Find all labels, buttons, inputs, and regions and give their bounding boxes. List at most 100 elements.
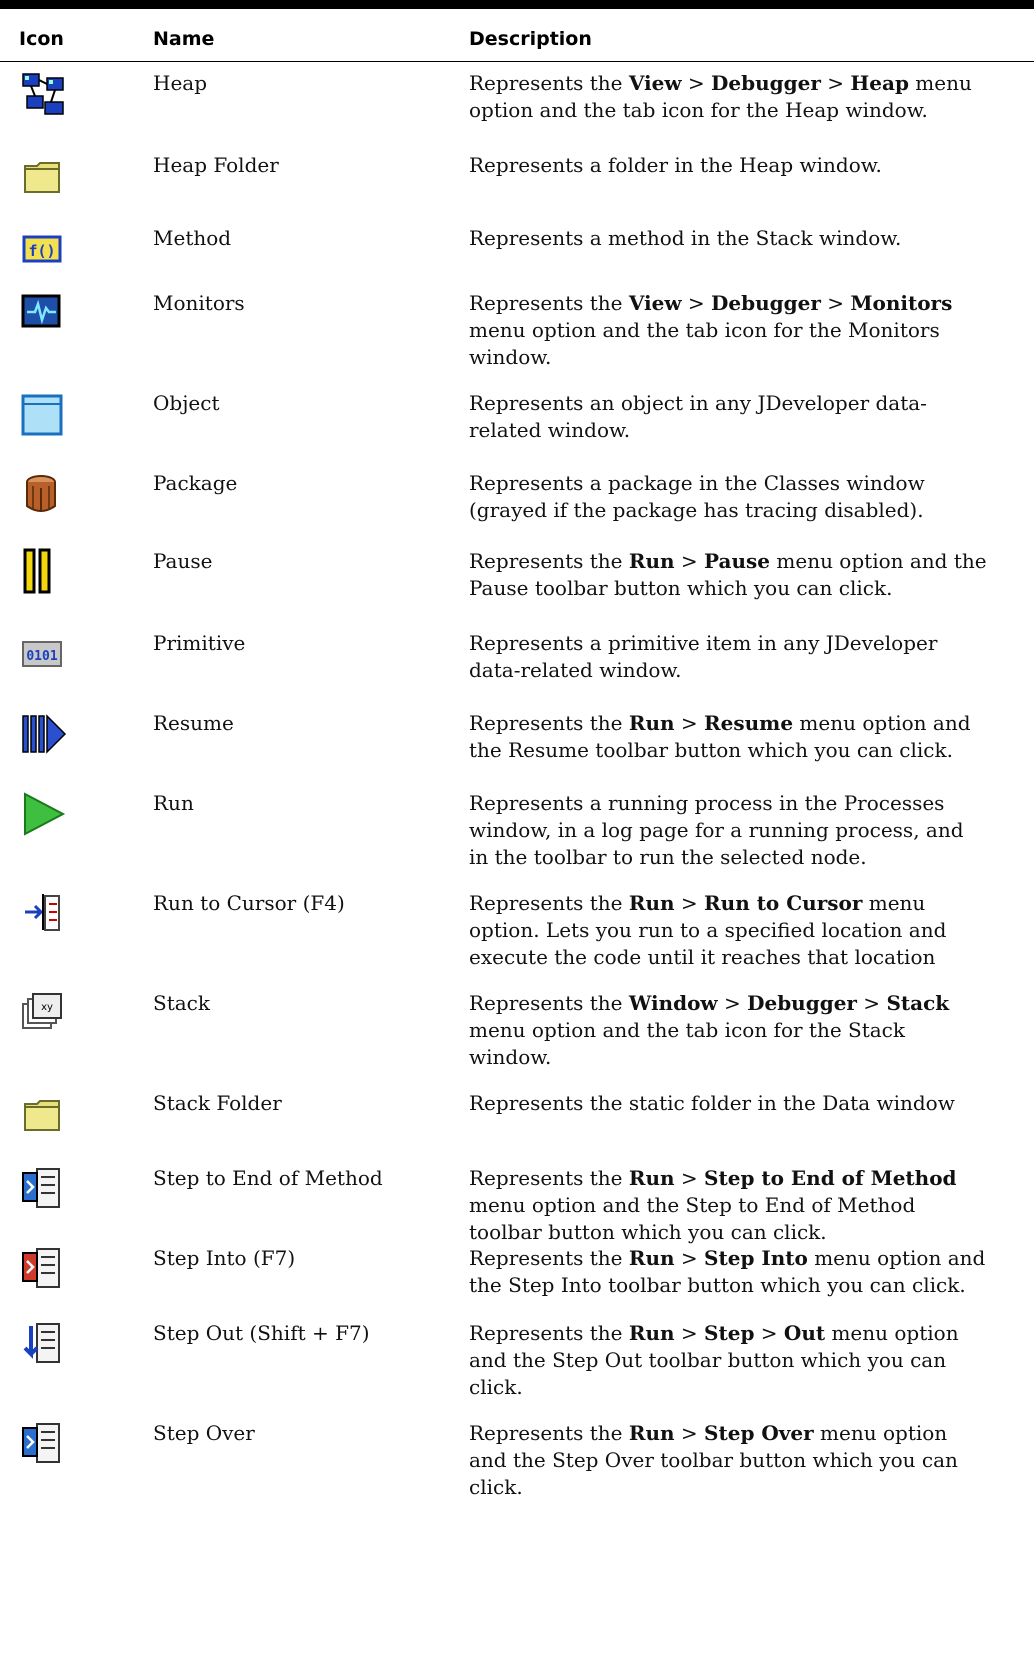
header-divider — [0, 61, 1034, 62]
row-name: Step to End of Method — [153, 1166, 383, 1190]
menu-path-term: Stack — [886, 991, 950, 1015]
row-name: Stack Folder — [153, 1091, 282, 1115]
run-icon — [19, 790, 69, 840]
menu-path-term: Debugger — [747, 991, 857, 1015]
menu-path-term: Resume — [704, 711, 794, 735]
row-name: Heap — [153, 71, 208, 95]
description-text: > — [674, 1166, 705, 1190]
menu-path-term: Debugger — [711, 291, 821, 315]
step-into-icon — [19, 1245, 69, 1295]
method-icon: f() — [19, 225, 69, 275]
description-text: menu option and the tab icon for the Mon… — [469, 318, 940, 369]
description-text: > — [674, 549, 705, 573]
package-icon — [19, 470, 69, 520]
row-name: Pause — [153, 549, 213, 573]
description-text: > — [681, 291, 712, 315]
description-text: > — [820, 71, 851, 95]
description-text: Represents a package in the Classes wind… — [469, 471, 925, 522]
description-text: Represents the — [469, 1166, 629, 1190]
menu-path-term: Run — [628, 1246, 675, 1270]
row-description: Represents the Window > Debugger > Stack… — [469, 990, 989, 1071]
row-name: Step Into (F7) — [153, 1246, 296, 1270]
row-description: Represents the Run > Run to Cursor menu … — [469, 890, 989, 971]
svg-text:f(): f() — [28, 242, 55, 260]
row-description: Represents the Run > Pause menu option a… — [469, 548, 989, 602]
row-description: Represents a package in the Classes wind… — [469, 470, 989, 524]
svg-text:xy: xy — [41, 1002, 53, 1013]
resume-icon — [19, 710, 69, 760]
description-text: Represents a primitive item in any JDeve… — [469, 631, 938, 682]
menu-path-term: Step Into — [704, 1246, 808, 1270]
row-description: Represents a running process in the Proc… — [469, 790, 989, 871]
row-name: Step Out (Shift + F7) — [153, 1321, 370, 1345]
header-name: Name — [153, 28, 215, 50]
top-rule — [0, 0, 1034, 9]
svg-text:0101: 0101 — [26, 649, 57, 664]
description-text: Represents a folder in the Heap window. — [469, 153, 882, 177]
menu-path-term: Step Over — [704, 1421, 814, 1445]
menu-path-term: Out — [783, 1321, 826, 1345]
description-text: > — [856, 991, 887, 1015]
description-text: Represents the — [469, 1421, 629, 1445]
description-text: Represents the — [469, 549, 629, 573]
description-text: > — [674, 711, 705, 735]
header-icon: Icon — [19, 28, 64, 50]
menu-path-term: Run — [628, 549, 675, 573]
row-description: Represents the Run > Step > Out menu opt… — [469, 1320, 989, 1401]
stack-icon: xy — [19, 990, 69, 1040]
object-icon — [19, 390, 69, 440]
description-text: > — [674, 891, 705, 915]
description-text: > — [674, 1246, 705, 1270]
menu-path-term: View — [628, 71, 682, 95]
menu-path-term: View — [628, 291, 682, 315]
description-text: > — [674, 1321, 705, 1345]
row-description: Represents the static folder in the Data… — [469, 1090, 989, 1117]
description-text: Represents the — [469, 991, 629, 1015]
row-description: Represents the Run > Step to End of Meth… — [469, 1165, 989, 1246]
menu-path-term: Heap — [850, 71, 909, 95]
description-text: > — [681, 71, 712, 95]
description-text: menu option and the Step to End of Metho… — [469, 1193, 916, 1244]
description-text: Represents the — [469, 71, 629, 95]
row-description: Represents the Run > Step Into menu opti… — [469, 1245, 989, 1299]
menu-path-term: Pause — [704, 549, 771, 573]
row-name: Run to Cursor (F4) — [153, 891, 345, 915]
menu-path-term: Step — [704, 1321, 755, 1345]
menu-path-term: Run — [628, 1166, 675, 1190]
row-description: Represents the View > Debugger > Heap me… — [469, 70, 989, 124]
heap-icon — [19, 70, 69, 120]
row-name: Stack — [153, 991, 210, 1015]
row-name: Method — [153, 226, 232, 250]
description-text: Represents the — [469, 891, 629, 915]
menu-path-term: Debugger — [711, 71, 821, 95]
menu-path-term: Step to End of Method — [704, 1166, 957, 1190]
description-text: Represents the — [469, 1321, 629, 1345]
description-text: Represents a running process in the Proc… — [469, 791, 964, 869]
row-name: Package — [153, 471, 238, 495]
row-description: Represents the Run > Step Over menu opti… — [469, 1420, 989, 1501]
primitive-icon: 0101 — [19, 630, 69, 680]
stack-folder-icon — [19, 1090, 69, 1140]
menu-path-term: Monitors — [850, 291, 953, 315]
row-description: Represents a folder in the Heap window. — [469, 152, 989, 179]
row-description: Represents a primitive item in any JDeve… — [469, 630, 989, 684]
row-name: Primitive — [153, 631, 246, 655]
description-text: menu option and the tab icon for the Sta… — [469, 1018, 906, 1069]
menu-path-term: Window — [628, 991, 718, 1015]
row-name: Run — [153, 791, 194, 815]
row-description: Represents the Run > Resume menu option … — [469, 710, 989, 764]
heap-folder-icon — [19, 152, 69, 202]
description-text: > — [717, 991, 748, 1015]
menu-path-term: Run to Cursor — [704, 891, 863, 915]
row-name: Step Over — [153, 1421, 255, 1445]
step-to-end-of-method-icon — [19, 1165, 69, 1215]
menu-path-term: Run — [628, 711, 675, 735]
row-name: Heap Folder — [153, 153, 279, 177]
monitors-icon — [19, 290, 69, 340]
description-text: Represents an object in any JDeveloper d… — [469, 391, 927, 442]
header-description: Description — [469, 28, 592, 50]
description-text: Represents the — [469, 711, 629, 735]
description-text: > — [674, 1421, 705, 1445]
row-description: Represents the View > Debugger > Monitor… — [469, 290, 989, 371]
description-text: Represents the static folder in the Data… — [469, 1091, 955, 1115]
